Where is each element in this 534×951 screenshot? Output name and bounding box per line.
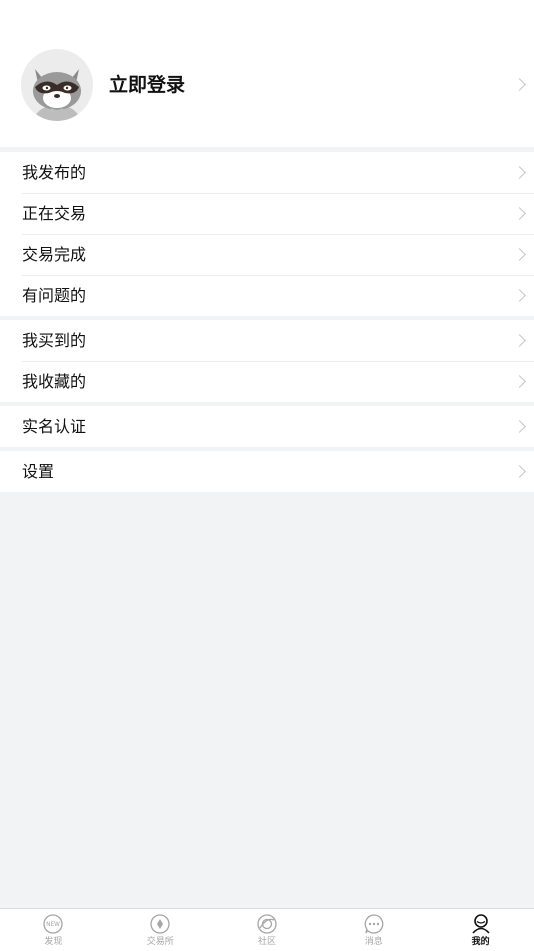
menu-item-label: 我收藏的: [22, 372, 87, 391]
chevron-right-icon: [513, 334, 526, 347]
menu-item-label: 我发布的: [22, 163, 87, 182]
menu-item-label: 设置: [22, 462, 55, 481]
menu-item-label: 交易完成: [22, 245, 87, 264]
tab-discover[interactable]: NEW 发现: [0, 909, 107, 951]
tab-label: 交易所: [146, 937, 174, 947]
menu-item-favorites[interactable]: 我收藏的: [0, 361, 534, 402]
menu-item-settings[interactable]: 设置: [0, 451, 534, 492]
chevron-right-icon: [513, 248, 526, 261]
menu-item-completed[interactable]: 交易完成: [0, 234, 534, 275]
tab-label: 发现: [44, 937, 63, 947]
profile-header[interactable]: 立即登录: [0, 0, 534, 147]
menu-item-bought[interactable]: 我买到的: [0, 320, 534, 361]
tab-me[interactable]: 我的: [427, 909, 534, 951]
tab-label: 社区: [257, 937, 276, 947]
tab-community[interactable]: 社区: [214, 909, 321, 951]
login-title[interactable]: 立即登录: [109, 72, 185, 98]
raccoon-avatar-icon: [21, 49, 93, 121]
menu-item-verification[interactable]: 实名认证: [0, 406, 534, 447]
bottom-tab-bar: NEW 发现 交易所 社区 消息 我的: [0, 908, 534, 951]
community-icon: [257, 914, 277, 934]
new-badge-icon: NEW: [43, 914, 64, 934]
menu-item-problem[interactable]: 有问题的: [0, 275, 534, 316]
tab-label: 消息: [364, 937, 383, 947]
menu-group-verification: 实名认证: [0, 406, 534, 447]
tab-label: 我的: [471, 937, 490, 947]
menu-item-label: 我买到的: [22, 331, 87, 350]
chevron-right-icon: [513, 375, 526, 388]
menu-group-orders: 我发布的 正在交易 交易完成 有问题的: [0, 152, 534, 316]
menu-group-settings: 设置: [0, 451, 534, 492]
message-icon: [364, 914, 384, 934]
tab-messages[interactable]: 消息: [320, 909, 427, 951]
exchange-icon: [150, 914, 170, 934]
svg-text:NEW: NEW: [47, 922, 61, 928]
menu-item-label: 正在交易: [22, 204, 87, 223]
avatar[interactable]: [21, 49, 93, 121]
chevron-right-icon: [513, 78, 526, 91]
chevron-right-icon: [513, 289, 526, 302]
tab-exchange[interactable]: 交易所: [107, 909, 214, 951]
chevron-right-icon: [513, 465, 526, 478]
user-icon: [471, 914, 490, 934]
menu-item-my-published[interactable]: 我发布的: [0, 152, 534, 193]
menu-item-label: 有问题的: [22, 286, 87, 305]
menu-item-label: 实名认证: [22, 417, 87, 436]
chevron-right-icon: [513, 207, 526, 220]
menu-item-trading[interactable]: 正在交易: [0, 193, 534, 234]
menu-group-purchases: 我买到的 我收藏的: [0, 320, 534, 402]
chevron-right-icon: [513, 420, 526, 433]
chevron-right-icon: [513, 166, 526, 179]
